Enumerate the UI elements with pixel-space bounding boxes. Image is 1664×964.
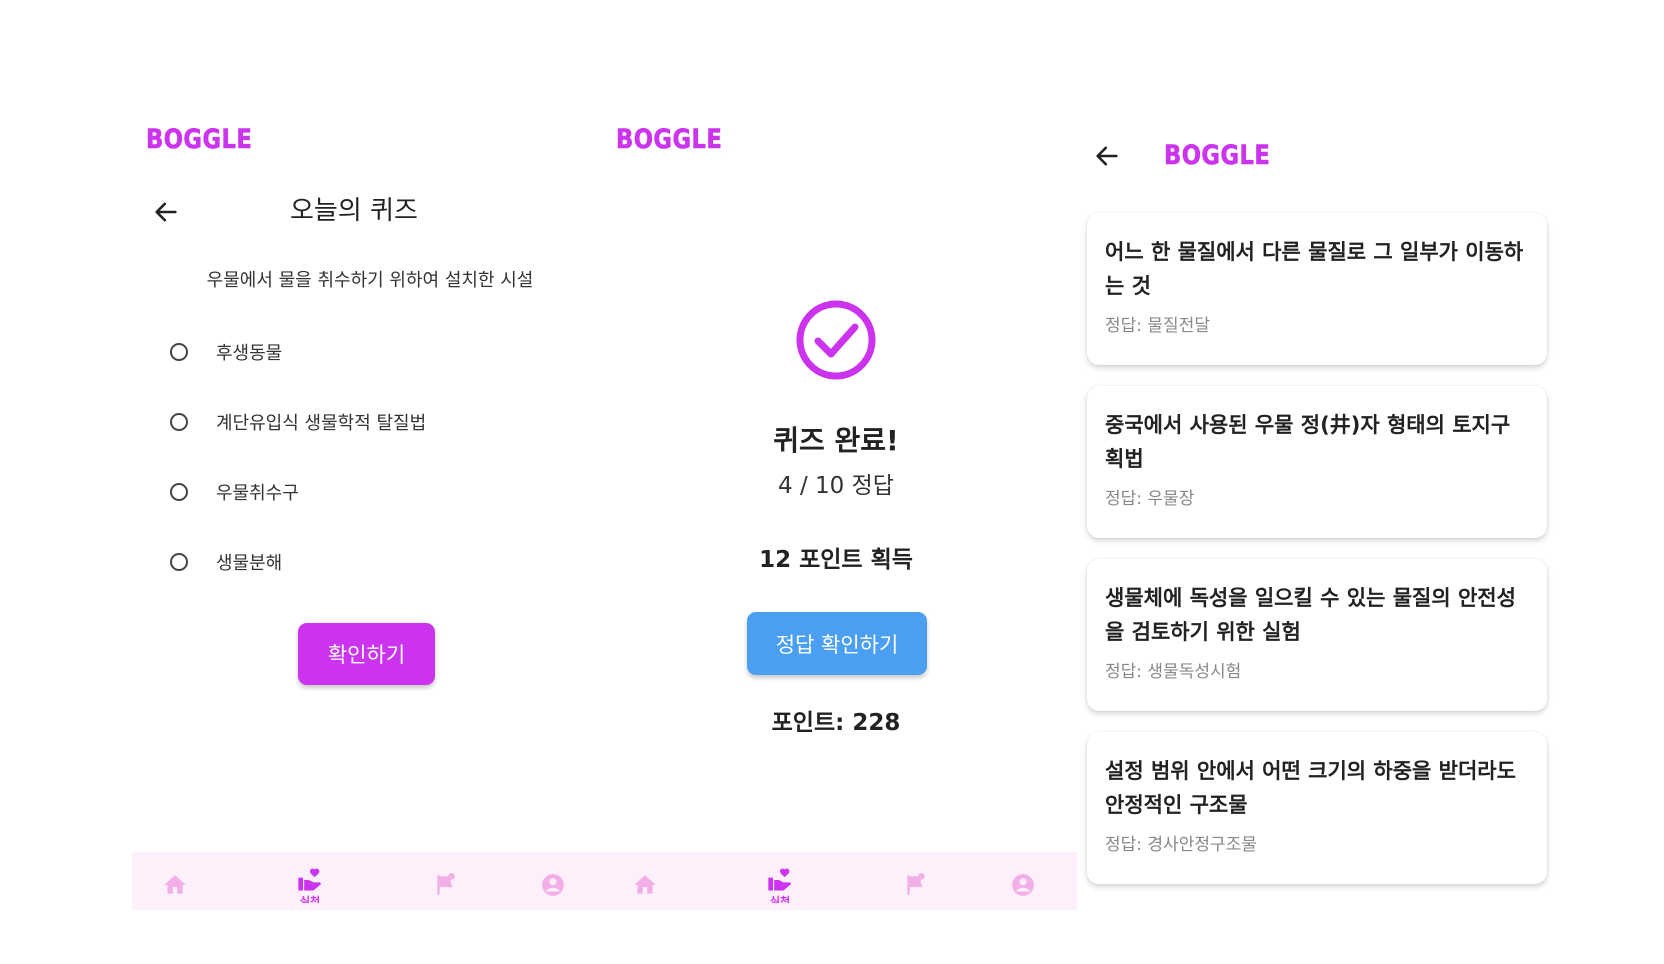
nav-item-flag[interactable] [885, 852, 945, 910]
practice-icon [298, 868, 321, 891]
card-answer: 정답: 생물독성시험 [1105, 662, 1242, 682]
back-arrow-icon[interactable] [152, 198, 180, 226]
option-label: 생물분해 [216, 553, 283, 574]
app-logo: BOGGLE [616, 124, 723, 156]
home-icon [164, 875, 186, 894]
confirm-button[interactable]: 확인하기 [298, 623, 435, 685]
home-icon [634, 875, 656, 894]
radio-button[interactable] [170, 343, 188, 361]
nav-item-profile[interactable] [523, 852, 583, 910]
nav-item-home[interactable] [145, 852, 205, 910]
answer-card: 설정 범위 안에서 어떤 크기의 하중을 받더라도 안정적인 구조물 정답: 경… [1087, 732, 1547, 884]
app-logo: BOGGLE [146, 124, 253, 156]
card-answer: 정답: 경사안정구조물 [1105, 835, 1257, 855]
nav-item-home[interactable] [615, 852, 675, 910]
nav-item-practice[interactable]: 실천 [280, 852, 340, 910]
app-logo: BOGGLE [1164, 140, 1271, 172]
card-question: 생물체에 독성을 일으킬 수 있는 물질의 안전성을 검토하기 위한 실험 [1105, 586, 1516, 644]
points-earned-text: 12 포인트 획득 [759, 547, 913, 573]
card-question: 중국에서 사용된 우물 정(井)자 형태의 토지구획법 [1105, 413, 1511, 471]
nav-label: 실천 [299, 895, 321, 903]
nav-item-profile[interactable] [993, 852, 1053, 910]
flag-icon [907, 873, 925, 895]
profile-icon [1012, 874, 1034, 896]
quiz-complete-title: 퀴즈 완료! [773, 424, 899, 457]
answer-card: 어느 한 물질에서 다른 물질로 그 일부가 이동하는 것 정답: 물질전달 [1087, 213, 1547, 365]
total-points-text: 포인트: 228 [771, 710, 901, 736]
screenshot-canvas: BOGGLE 오늘의 퀴즈 우물에서 물을 취수하기 위하여 설치한 시설 후생… [0, 0, 1664, 964]
answer-card: 중국에서 사용된 우물 정(井)자 형태의 토지구획법 정답: 우물장 [1087, 386, 1547, 538]
radio-button[interactable] [170, 483, 188, 501]
answer-option[interactable]: 우물취수구 [170, 474, 299, 510]
answer-option[interactable]: 계단유입식 생물학적 탈질법 [170, 404, 426, 440]
nav-item-flag[interactable] [415, 852, 475, 910]
radio-button[interactable] [170, 413, 188, 431]
score-text: 4 / 10 정답 [778, 473, 894, 499]
view-answers-button[interactable]: 정답 확인하기 [747, 612, 927, 675]
answer-option[interactable]: 후생동물 [170, 334, 282, 370]
option-label: 계단유입식 생물학적 탈질법 [216, 413, 427, 434]
answer-card: 생물체에 독성을 일으킬 수 있는 물질의 안전성을 검토하기 위한 실험 정답… [1087, 559, 1547, 711]
nav-label: 실천 [769, 895, 791, 903]
check-circle-icon [796, 300, 876, 380]
profile-icon [542, 874, 564, 896]
option-label: 우물취수구 [216, 483, 299, 504]
flag-icon [437, 873, 455, 895]
nav-item-practice[interactable]: 실천 [750, 852, 810, 910]
radio-button[interactable] [170, 553, 188, 571]
bottom-navigation: 실천 실천 [132, 852, 1077, 910]
card-answer: 정답: 우물장 [1105, 489, 1195, 509]
question-text: 우물에서 물을 취수하기 위하여 설치한 시설 [206, 270, 534, 291]
practice-icon [768, 868, 791, 891]
answer-option[interactable]: 생물분해 [170, 544, 282, 580]
card-question: 어느 한 물질에서 다른 물질로 그 일부가 이동하는 것 [1105, 240, 1524, 298]
card-question: 설정 범위 안에서 어떤 크기의 하중을 받더라도 안정적인 구조물 [1105, 759, 1516, 817]
page-title: 오늘의 퀴즈 [290, 196, 418, 226]
back-arrow-icon[interactable] [1093, 142, 1121, 170]
option-label: 후생동물 [216, 343, 283, 364]
card-answer: 정답: 물질전달 [1105, 316, 1210, 336]
